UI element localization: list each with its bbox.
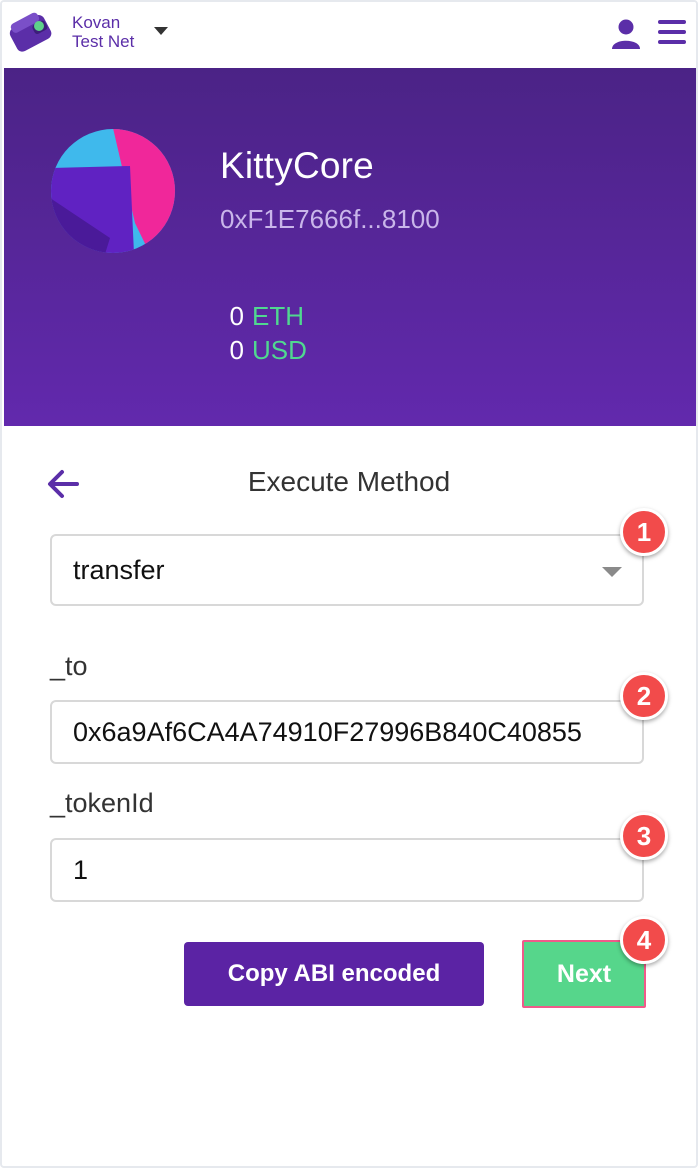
copy-abi-button[interactable]: Copy ABI encoded xyxy=(184,942,484,1006)
balance-currency: USD xyxy=(252,335,307,365)
step-badge: 2 xyxy=(620,672,668,720)
method-select-value: transfer xyxy=(73,555,165,585)
contract-address[interactable]: 0xF1E7666f...8100 xyxy=(220,204,440,235)
balance-currency: ETH xyxy=(252,301,304,331)
to-address-input[interactable]: 0x6a9Af6CA4A74910F27996B840C40855 xyxy=(50,700,644,764)
contract-header: KittyCore 0xF1E7666f...8100 0 ETH 0 USD xyxy=(4,68,696,426)
top-bar: Kovan Test Net xyxy=(2,2,696,68)
page-title: Execute Method xyxy=(247,466,451,497)
method-select[interactable]: transfer xyxy=(50,534,644,606)
balance-usd: 0 USD xyxy=(220,335,307,365)
network-selector[interactable]: Kovan Test Net xyxy=(72,13,168,51)
back-arrow-icon[interactable] xyxy=(46,468,80,500)
balance-amount: 0 xyxy=(229,301,244,331)
caret-down-icon xyxy=(154,27,168,35)
user-icon[interactable] xyxy=(609,18,643,50)
app-frame: Kovan Test Net KittyCore 0xF1E7666f...81… xyxy=(0,0,698,1168)
contract-name: KittyCore xyxy=(220,145,374,186)
hamburger-menu-icon[interactable] xyxy=(656,18,688,46)
token-id-input[interactable]: 1 xyxy=(50,838,644,902)
chevron-down-icon xyxy=(602,567,622,577)
step-badge: 4 xyxy=(620,916,668,964)
contract-avatar xyxy=(51,129,175,253)
network-name-line1: Kovan xyxy=(72,13,121,32)
wallet-logo-icon[interactable] xyxy=(6,10,56,54)
balance-amount: 0 xyxy=(229,335,244,365)
balance-eth: 0 ETH xyxy=(220,301,304,331)
param-label-to: _to xyxy=(50,651,88,681)
step-badge: 3 xyxy=(620,812,668,860)
param-label-tokenid: _tokenId xyxy=(50,788,154,818)
network-name-line2: Test Net xyxy=(72,32,135,51)
step-badge: 1 xyxy=(620,508,668,556)
